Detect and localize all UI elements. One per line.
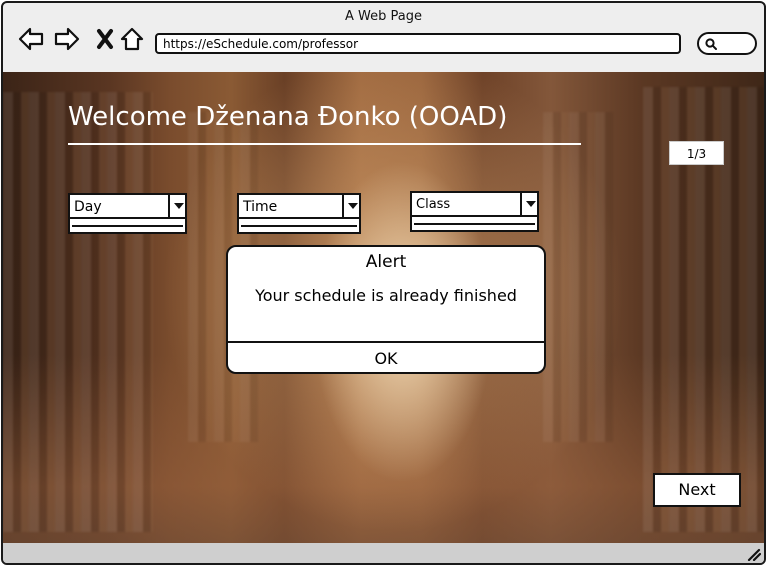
alert-title: Alert (365, 252, 407, 272)
time-dropdown-list[interactable] (237, 219, 361, 234)
chevron-down-icon[interactable] (520, 191, 539, 217)
stop-icon[interactable] (90, 25, 120, 53)
page-title: Welcome Dženana Đonko (OOAD) (68, 102, 508, 132)
class-dropdown[interactable]: Class (410, 191, 539, 232)
alert-ok-button[interactable]: OK (228, 343, 544, 374)
title-divider (68, 143, 581, 145)
browser-search-box[interactable] (697, 32, 757, 55)
browser-window: A Web Page https://eSchedule.com/profess… (1, 1, 766, 565)
window-title: A Web Page (345, 9, 422, 24)
time-dropdown[interactable]: Time (237, 193, 361, 234)
page-content: Welcome Dženana Đonko (OOAD) 1/3 Day Tim… (3, 72, 764, 543)
address-bar[interactable]: https://eSchedule.com/professor (155, 33, 681, 54)
home-icon[interactable] (117, 25, 147, 53)
day-dropdown[interactable]: Day (68, 193, 187, 234)
back-arrow-icon[interactable] (16, 25, 46, 53)
chevron-down-icon[interactable] (342, 193, 361, 219)
class-dropdown-list[interactable] (410, 217, 539, 232)
page-counter: 1/3 (669, 141, 724, 165)
resize-grip-icon[interactable] (745, 547, 761, 561)
search-icon (705, 38, 717, 50)
alert-dialog: Alert Your schedule is already finished … (226, 245, 546, 374)
alert-message: Your schedule is already finished (255, 286, 517, 305)
forward-arrow-icon[interactable] (52, 25, 82, 53)
status-bar (3, 543, 764, 563)
next-button[interactable]: Next (653, 473, 741, 507)
day-dropdown-list[interactable] (68, 219, 187, 234)
chevron-down-icon[interactable] (168, 193, 187, 219)
background-bookshelf-left (3, 92, 153, 532)
background-bookshelf-inner-right (543, 112, 613, 442)
